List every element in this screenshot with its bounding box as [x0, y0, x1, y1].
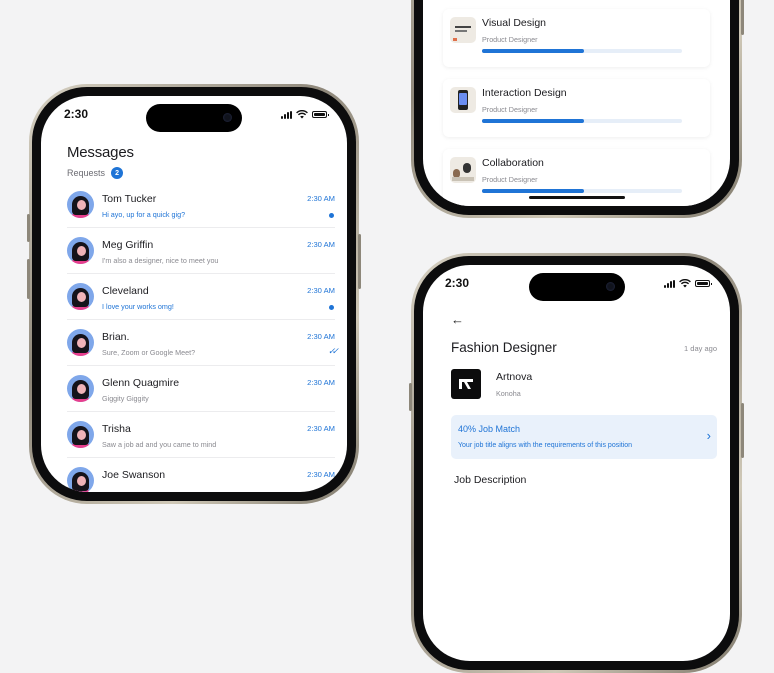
- page-title: Messages: [67, 144, 134, 161]
- wifi-icon: [296, 110, 308, 119]
- avatar: [67, 375, 94, 402]
- conversation-row[interactable]: Trisha Saw a job ad and you came to mind 2…: [67, 413, 335, 458]
- phone-mockup-thumbnail-icon: [450, 87, 476, 113]
- message-time: 2:30 AM: [307, 194, 335, 203]
- message-preview: I'm also a designer, nice to meet you: [102, 256, 219, 265]
- conversation-row[interactable]: Joe Swanson 2:30 AM: [67, 459, 335, 492]
- skill-progress-bar: [482, 189, 682, 193]
- dynamic-island: [528, 273, 625, 301]
- contact-name: Cleveland: [102, 285, 149, 297]
- contact-name: Trisha: [102, 423, 131, 435]
- contact-name: Glenn Quagmire: [102, 377, 180, 389]
- job-match-card[interactable]: 40% Job Match Your job title aligns with…: [451, 415, 717, 459]
- signal-icon: [664, 279, 675, 288]
- skill-title: Visual Design: [482, 17, 547, 29]
- skill-progress-bar: [482, 49, 682, 53]
- skill-card[interactable]: Interaction Design Product Designer: [443, 79, 710, 137]
- home-indicator: [528, 196, 625, 199]
- message-preview: Giggity Giggity: [102, 394, 149, 403]
- message-preview: Saw a job ad and you came to mind: [102, 440, 217, 449]
- conversation-row[interactable]: Meg Griffin I'm also a designer, nice to …: [67, 229, 335, 274]
- message-time: 2:30 AM: [307, 240, 335, 249]
- message-preview: Hi ayo, up for a quick gig?: [102, 210, 186, 219]
- conversation-list: Tom Tucker Hi ayo, up for a quick gig? 2:3…: [67, 183, 339, 492]
- contact-name: Brian.: [102, 331, 130, 343]
- status-time: 2:30: [64, 107, 89, 121]
- messages-phone: 2:30 Messages Requests 2 Tom Tucker Hi ay…: [27, 84, 361, 504]
- skill-progress-fill: [482, 49, 584, 53]
- message-preview: I love your works omg!: [102, 302, 174, 311]
- unread-dot-icon: [329, 305, 334, 310]
- double-check-icon: ✓✓: [327, 346, 339, 356]
- chevron-right-icon: ›: [706, 428, 711, 443]
- skills-screen: Visual Design Product Designer Interaction…: [423, 0, 730, 206]
- battery-icon: [695, 280, 712, 287]
- avatar: [67, 467, 94, 492]
- skill-progress-bar: [482, 119, 682, 123]
- skill-title: Interaction Design: [482, 87, 567, 99]
- team-photo-thumbnail-icon: [450, 157, 476, 183]
- avatar: [67, 421, 94, 448]
- battery-icon: [312, 111, 329, 118]
- avatar: [67, 283, 94, 310]
- status-icons: [664, 279, 712, 288]
- wifi-icon: [679, 279, 691, 288]
- job-title: Fashion Designer: [451, 340, 557, 355]
- message-time: 2:30 AM: [307, 378, 335, 387]
- conversation-row[interactable]: Brian. Sure, Zoom or Google Meet? 2:30 AM ✓…: [67, 321, 339, 366]
- status-icons: [281, 110, 329, 119]
- requests-label: Requests: [67, 168, 106, 178]
- contact-name: Meg Griffin: [102, 239, 154, 251]
- message-time: 2:30 AM: [307, 332, 335, 341]
- requests-link[interactable]: Requests 2: [67, 167, 124, 179]
- skill-subtitle: Product Designer: [482, 175, 538, 184]
- unread-dot-icon: [329, 213, 334, 218]
- contact-name: Joe Swanson: [102, 469, 166, 481]
- message-time: 2:30 AM: [307, 424, 335, 433]
- skills-phone: Visual Design Product Designer Interaction…: [411, 0, 744, 218]
- skill-progress-fill: [482, 119, 584, 123]
- signal-icon: [281, 110, 292, 119]
- avatar: [67, 329, 94, 356]
- requests-count-badge: 2: [111, 167, 124, 179]
- avatar: [67, 237, 94, 264]
- skill-progress-fill: [482, 189, 584, 193]
- message-time: 2:30 AM: [307, 470, 335, 479]
- avatar: [67, 191, 94, 218]
- job-description-heading: Job Description: [454, 474, 527, 486]
- posted-time: 1 day ago: [684, 344, 717, 353]
- skill-subtitle: Product Designer: [482, 35, 538, 44]
- contact-name: Tom Tucker: [102, 193, 157, 205]
- company-logo: [451, 369, 481, 399]
- conversation-row[interactable]: Tom Tucker Hi ayo, up for a quick gig? 2:3…: [67, 183, 335, 228]
- job-phone: 2:30 ← Fashion Designer 1 day ago Artnov…: [409, 253, 744, 673]
- back-arrow-icon[interactable]: ←: [451, 312, 464, 327]
- job-screen: 2:30 ← Fashion Designer 1 day ago Artnov…: [423, 265, 730, 661]
- skill-subtitle: Product Designer: [482, 105, 538, 114]
- status-time: 2:30: [445, 276, 470, 290]
- company-location: Konoha: [496, 389, 521, 398]
- company-name: Artnova: [496, 371, 533, 383]
- dynamic-island: [146, 104, 242, 132]
- job-match-subtitle: Your job title aligns with the requireme…: [458, 442, 633, 449]
- skill-card[interactable]: Visual Design Product Designer: [443, 9, 710, 67]
- conversation-row[interactable]: Cleveland I love your works omg! 2:30 AM: [67, 275, 335, 320]
- visual-design-thumbnail-icon: [450, 17, 476, 43]
- skill-title: Collaboration: [482, 157, 544, 169]
- message-preview: Sure, Zoom or Google Meet?: [102, 348, 196, 357]
- job-match-title: 40% Job Match: [458, 424, 521, 434]
- messages-screen: 2:30 Messages Requests 2 Tom Tucker Hi ay…: [41, 96, 347, 492]
- message-time: 2:30 AM: [307, 286, 335, 295]
- conversation-row[interactable]: Glenn Quagmire Giggity Giggity 2:30 AM: [67, 367, 335, 412]
